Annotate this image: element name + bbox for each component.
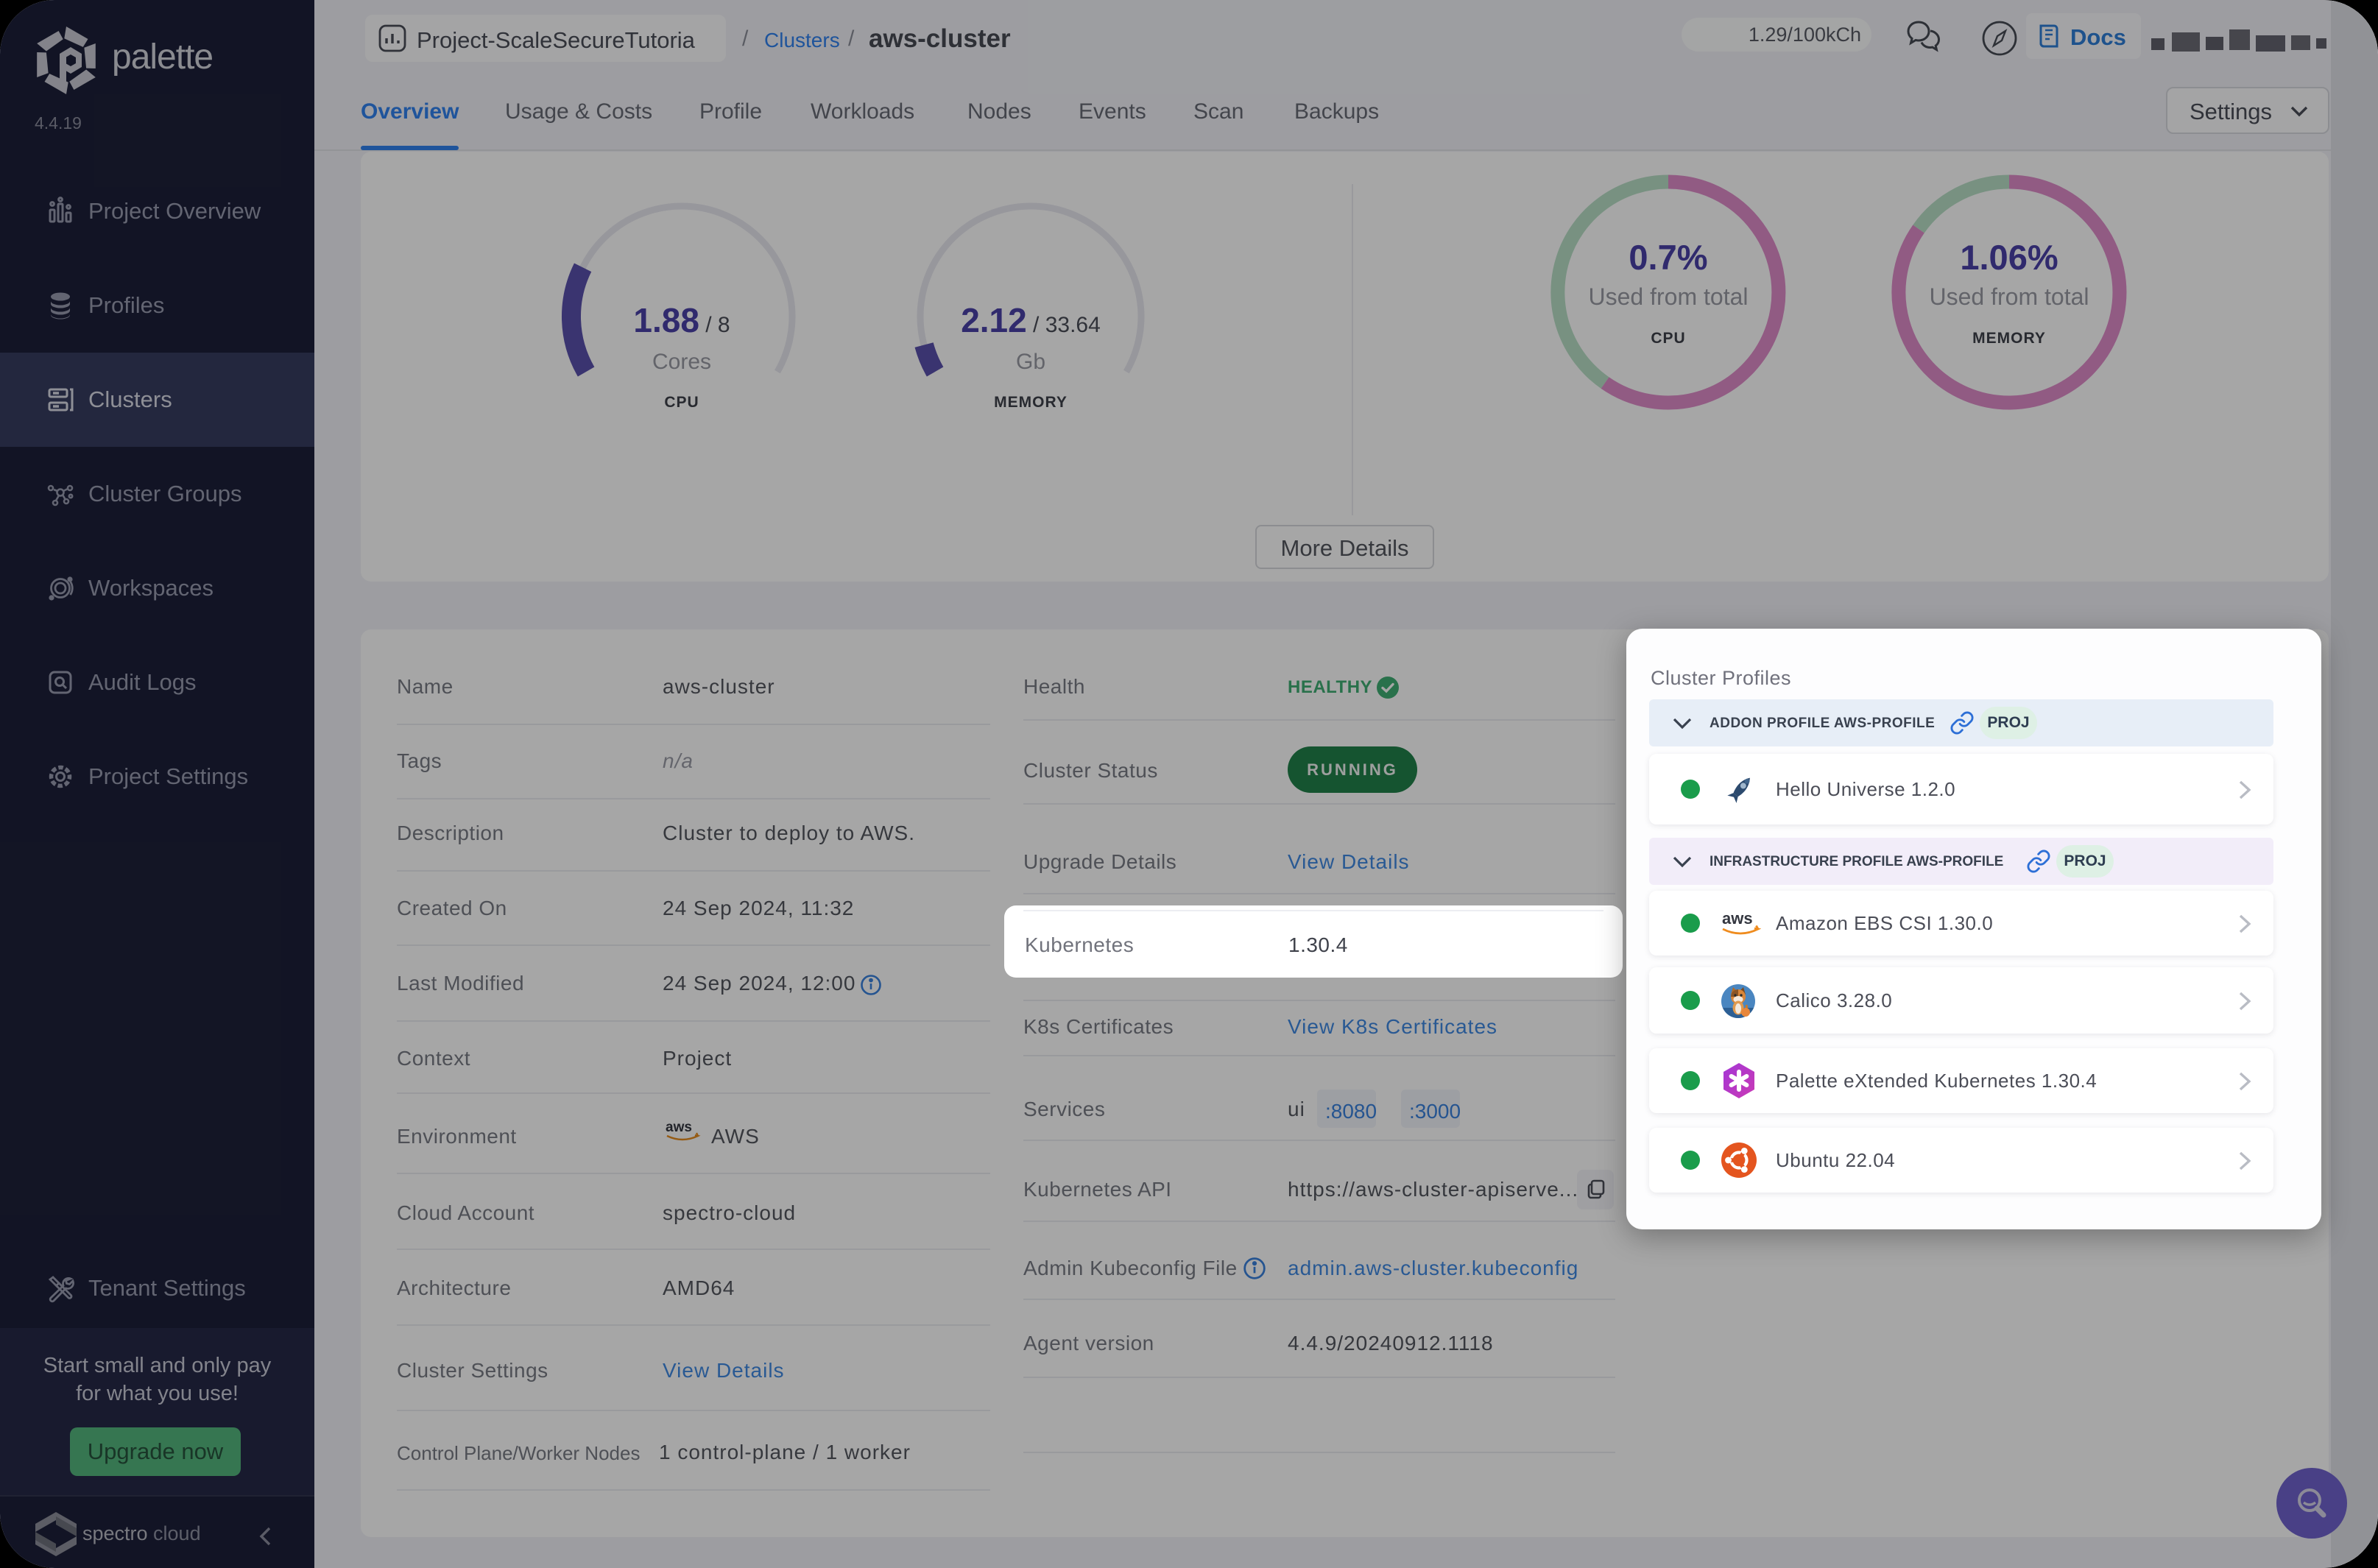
- svg-text:aws: aws: [1722, 909, 1753, 928]
